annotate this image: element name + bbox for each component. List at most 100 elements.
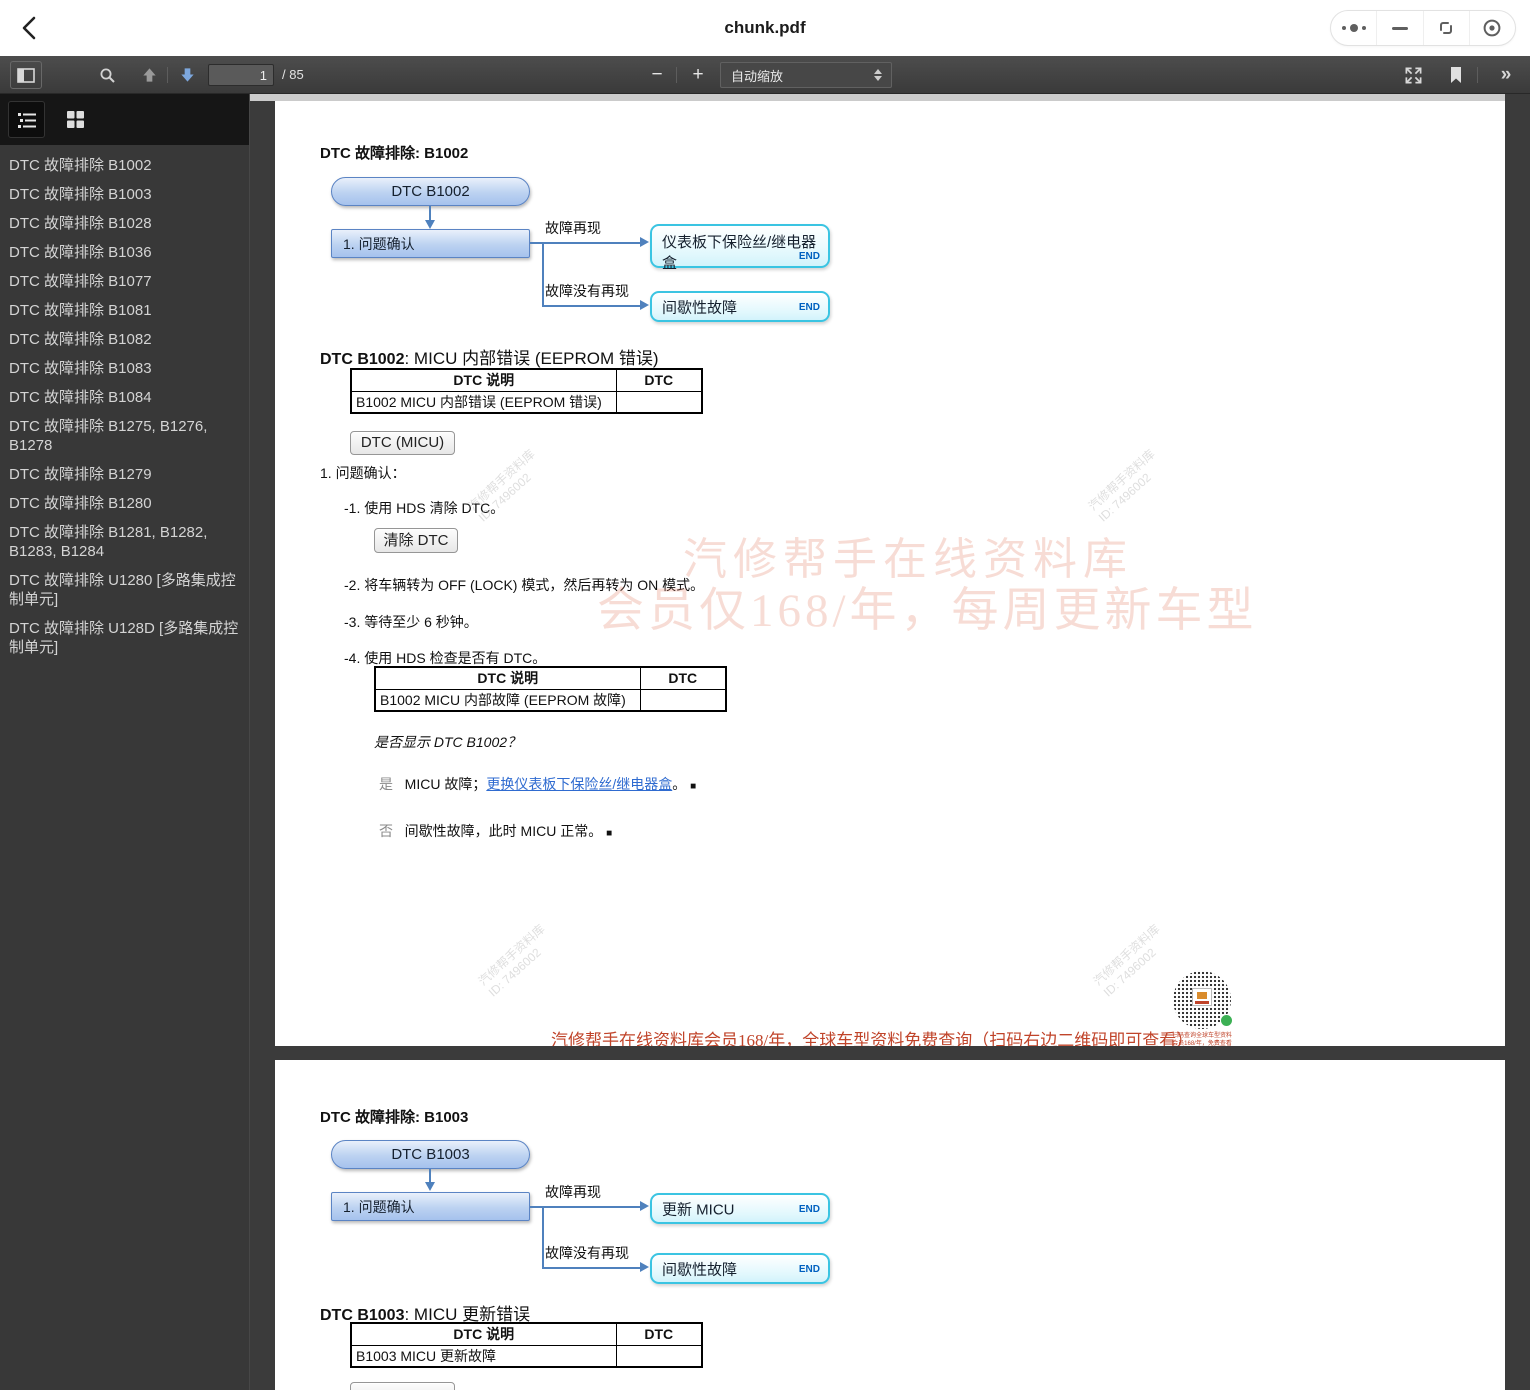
page-up-button[interactable]	[134, 61, 164, 89]
presentation-mode-button[interactable]	[1398, 61, 1428, 89]
qr-caption: 扫码查询全球车型资料 会员168/年，免费查看	[1171, 1033, 1232, 1046]
select-spinner-icon	[874, 69, 882, 81]
flow-end-title: 间歇性故障	[662, 1261, 738, 1278]
flow-end-node: 间歇性故障 END	[650, 1253, 830, 1284]
restore-icon	[1440, 22, 1453, 34]
answer-no-row: 否 间歇性故障，此时 MICU 正常。 ■	[379, 821, 612, 841]
flow-end-tag: END	[798, 1264, 820, 1275]
zoom-level-value: 自动缩放	[731, 68, 784, 84]
more-options-button[interactable]	[1331, 11, 1376, 45]
replace-fuse-box-link[interactable]: 更换仪表板下保险丝/继电器盒	[486, 776, 672, 792]
outline-item[interactable]: DTC 故障排除 U1280 [多路集成控制单元]	[9, 571, 242, 609]
no-label: 否	[379, 823, 393, 839]
flow-end-title: 间歇性故障	[662, 299, 738, 316]
sidebar-toggle-button[interactable]	[10, 61, 42, 89]
section-heading: DTC 故障排除: B1002	[320, 145, 469, 162]
outline-view-button[interactable]	[8, 101, 45, 138]
thumbnails-view-button[interactable]	[57, 101, 94, 138]
page-count-label: / 85	[282, 67, 304, 82]
titlebar: chunk.pdf	[0, 0, 1530, 56]
page-down-button[interactable]	[172, 61, 202, 89]
yes-suffix: 。	[672, 776, 687, 792]
zoom-out-button[interactable]: −	[645, 61, 669, 89]
outline-item[interactable]: DTC 故障排除 B1028	[9, 214, 242, 233]
outline-item[interactable]: DTC 故障排除 B1084	[9, 388, 242, 407]
pdf-page-1: DTC 故障排除: B1002 DTC B1002 1. 问题确认 故障再现 仪…	[275, 101, 1505, 1046]
no-text: 间歇性故障，此时 MICU 正常。	[404, 823, 603, 839]
toolbar-divider	[1477, 67, 1478, 83]
outline-item[interactable]: DTC 故障排除 B1280	[9, 494, 242, 513]
table-cell	[615, 390, 703, 414]
dtc-table-2: DTC 说明 DTC B1002 MICU 内部故障 (EEPROM 故障)	[374, 666, 727, 712]
step-text: 1. 问题确认：	[320, 465, 406, 481]
zoom-in-button[interactable]: +	[686, 61, 710, 89]
promo-footer-text: 汽修帮手在线资料库会员168/年，全球车型资料免费查询（扫码右边二维码即可查看）	[551, 1031, 1194, 1046]
fullscreen-icon	[1405, 67, 1421, 83]
flow-end-tag: END	[798, 251, 820, 262]
flow-step-node: 1. 问题确认	[331, 229, 530, 258]
corner-watermark: 汽修帮手资料库 ID: 7496002	[1085, 446, 1158, 525]
table-cell: B1002 MICU 内部故障 (EEPROM 故障)	[374, 688, 641, 712]
table-cell	[615, 1344, 703, 1368]
more-options-icon	[1341, 24, 1366, 32]
outline-item[interactable]: DTC 故障排除 B1003	[9, 185, 242, 204]
flow-arrowhead	[640, 1262, 649, 1272]
table-header: DTC	[615, 368, 703, 392]
flow-end-title: 更新 MICU	[662, 1201, 735, 1218]
corner-watermark: 汽修帮手资料库 ID: 7496002	[1090, 921, 1163, 1000]
outline-item[interactable]: DTC 故障排除 B1281, B1282, B1283, B1284	[9, 523, 242, 561]
dtc-table-1: DTC 说明 DTC B1002 MICU 内部错误 (EEPROM 错误)	[350, 368, 703, 414]
minimize-icon	[1391, 26, 1408, 30]
flow-branch-label: 故障再现	[545, 220, 601, 236]
flow-connector	[542, 305, 642, 307]
sidebar: DTC 故障排除 B1002 DTC 故障排除 B1003 DTC 故障排除 B10…	[0, 94, 250, 1390]
page-number-input[interactable]	[208, 64, 274, 86]
outline-item[interactable]: DTC 故障排除 U128D [多路集成控制单元]	[9, 619, 242, 657]
flow-arrowhead	[640, 1201, 649, 1211]
flow-step-node: 1. 问题确认	[331, 1192, 530, 1221]
circle-dot-icon	[1483, 19, 1501, 37]
restore-button[interactable]	[1422, 11, 1469, 45]
outline-item[interactable]: DTC 故障排除 B1082	[9, 330, 242, 349]
sidebar-header	[0, 94, 249, 145]
zoom-level-select[interactable]: 自动缩放	[720, 62, 892, 88]
secondary-toolbar-button[interactable]: »	[1488, 61, 1522, 89]
qr-green-badge-icon	[1220, 1014, 1233, 1027]
document-title: chunk.pdf	[724, 18, 806, 37]
dtc-title: DTC B1002: MICU 内部错误 (EEPROM 错误)	[320, 344, 659, 369]
table-header: DTC 说明	[350, 1322, 617, 1346]
arrow-up-icon	[142, 68, 156, 82]
search-button[interactable]	[92, 61, 122, 89]
flow-connector	[530, 242, 642, 244]
close-button[interactable]	[1468, 11, 1515, 45]
flow-end-tag: END	[798, 302, 820, 313]
viewer-top-strip	[250, 94, 1505, 101]
flow-arrowhead	[425, 220, 435, 229]
outline-item[interactable]: DTC 故障排除 B1081	[9, 301, 242, 320]
outline-item[interactable]: DTC 故障排除 B1077	[9, 272, 242, 291]
outline-item[interactable]: DTC 故障排除 B1275, B1276, B1278	[9, 417, 242, 455]
outline-item[interactable]: DTC 故障排除 B1279	[9, 465, 242, 484]
flow-connector	[429, 1169, 431, 1183]
window-controls	[1330, 10, 1516, 46]
bookmark-button[interactable]	[1442, 61, 1470, 89]
minimize-button[interactable]	[1376, 11, 1422, 45]
outline-list: DTC 故障排除 B1002 DTC 故障排除 B1003 DTC 故障排除 B10…	[0, 145, 250, 667]
dtc-desc: : MICU 内部错误 (EEPROM 错误)	[404, 349, 659, 368]
substep-text: -2. 将车辆转为 OFF (LOCK) 模式，然后再转为 ON 模式。	[344, 577, 705, 593]
substep-text: -1. 使用 HDS 清除 DTC。	[344, 500, 505, 516]
toolbar-divider	[167, 67, 168, 83]
yes-text: MICU 故障；	[404, 776, 487, 792]
outline-item[interactable]: DTC 故障排除 B1036	[9, 243, 242, 262]
search-icon	[100, 68, 115, 83]
flow-branch-label: 故障没有再现	[545, 283, 629, 299]
pdf-viewer-app: chunk.pdf 1 / 85 − + 自动缩放 » DTC 故障排除 B10…	[0, 0, 1530, 1390]
flow-end-node: 仪表板下保险丝/继电器盒 END	[650, 224, 830, 272]
bookmark-icon	[1451, 67, 1461, 83]
thumbnails-icon	[67, 111, 84, 128]
section-heading: DTC 故障排除: B1003	[320, 1109, 469, 1126]
dtc-table-1: DTC 说明 DTC B1003 MICU 更新故障	[350, 1322, 703, 1368]
toolbar-divider	[676, 67, 677, 83]
outline-item[interactable]: DTC 故障排除 B1083	[9, 359, 242, 378]
outline-item[interactable]: DTC 故障排除 B1002	[9, 156, 242, 175]
